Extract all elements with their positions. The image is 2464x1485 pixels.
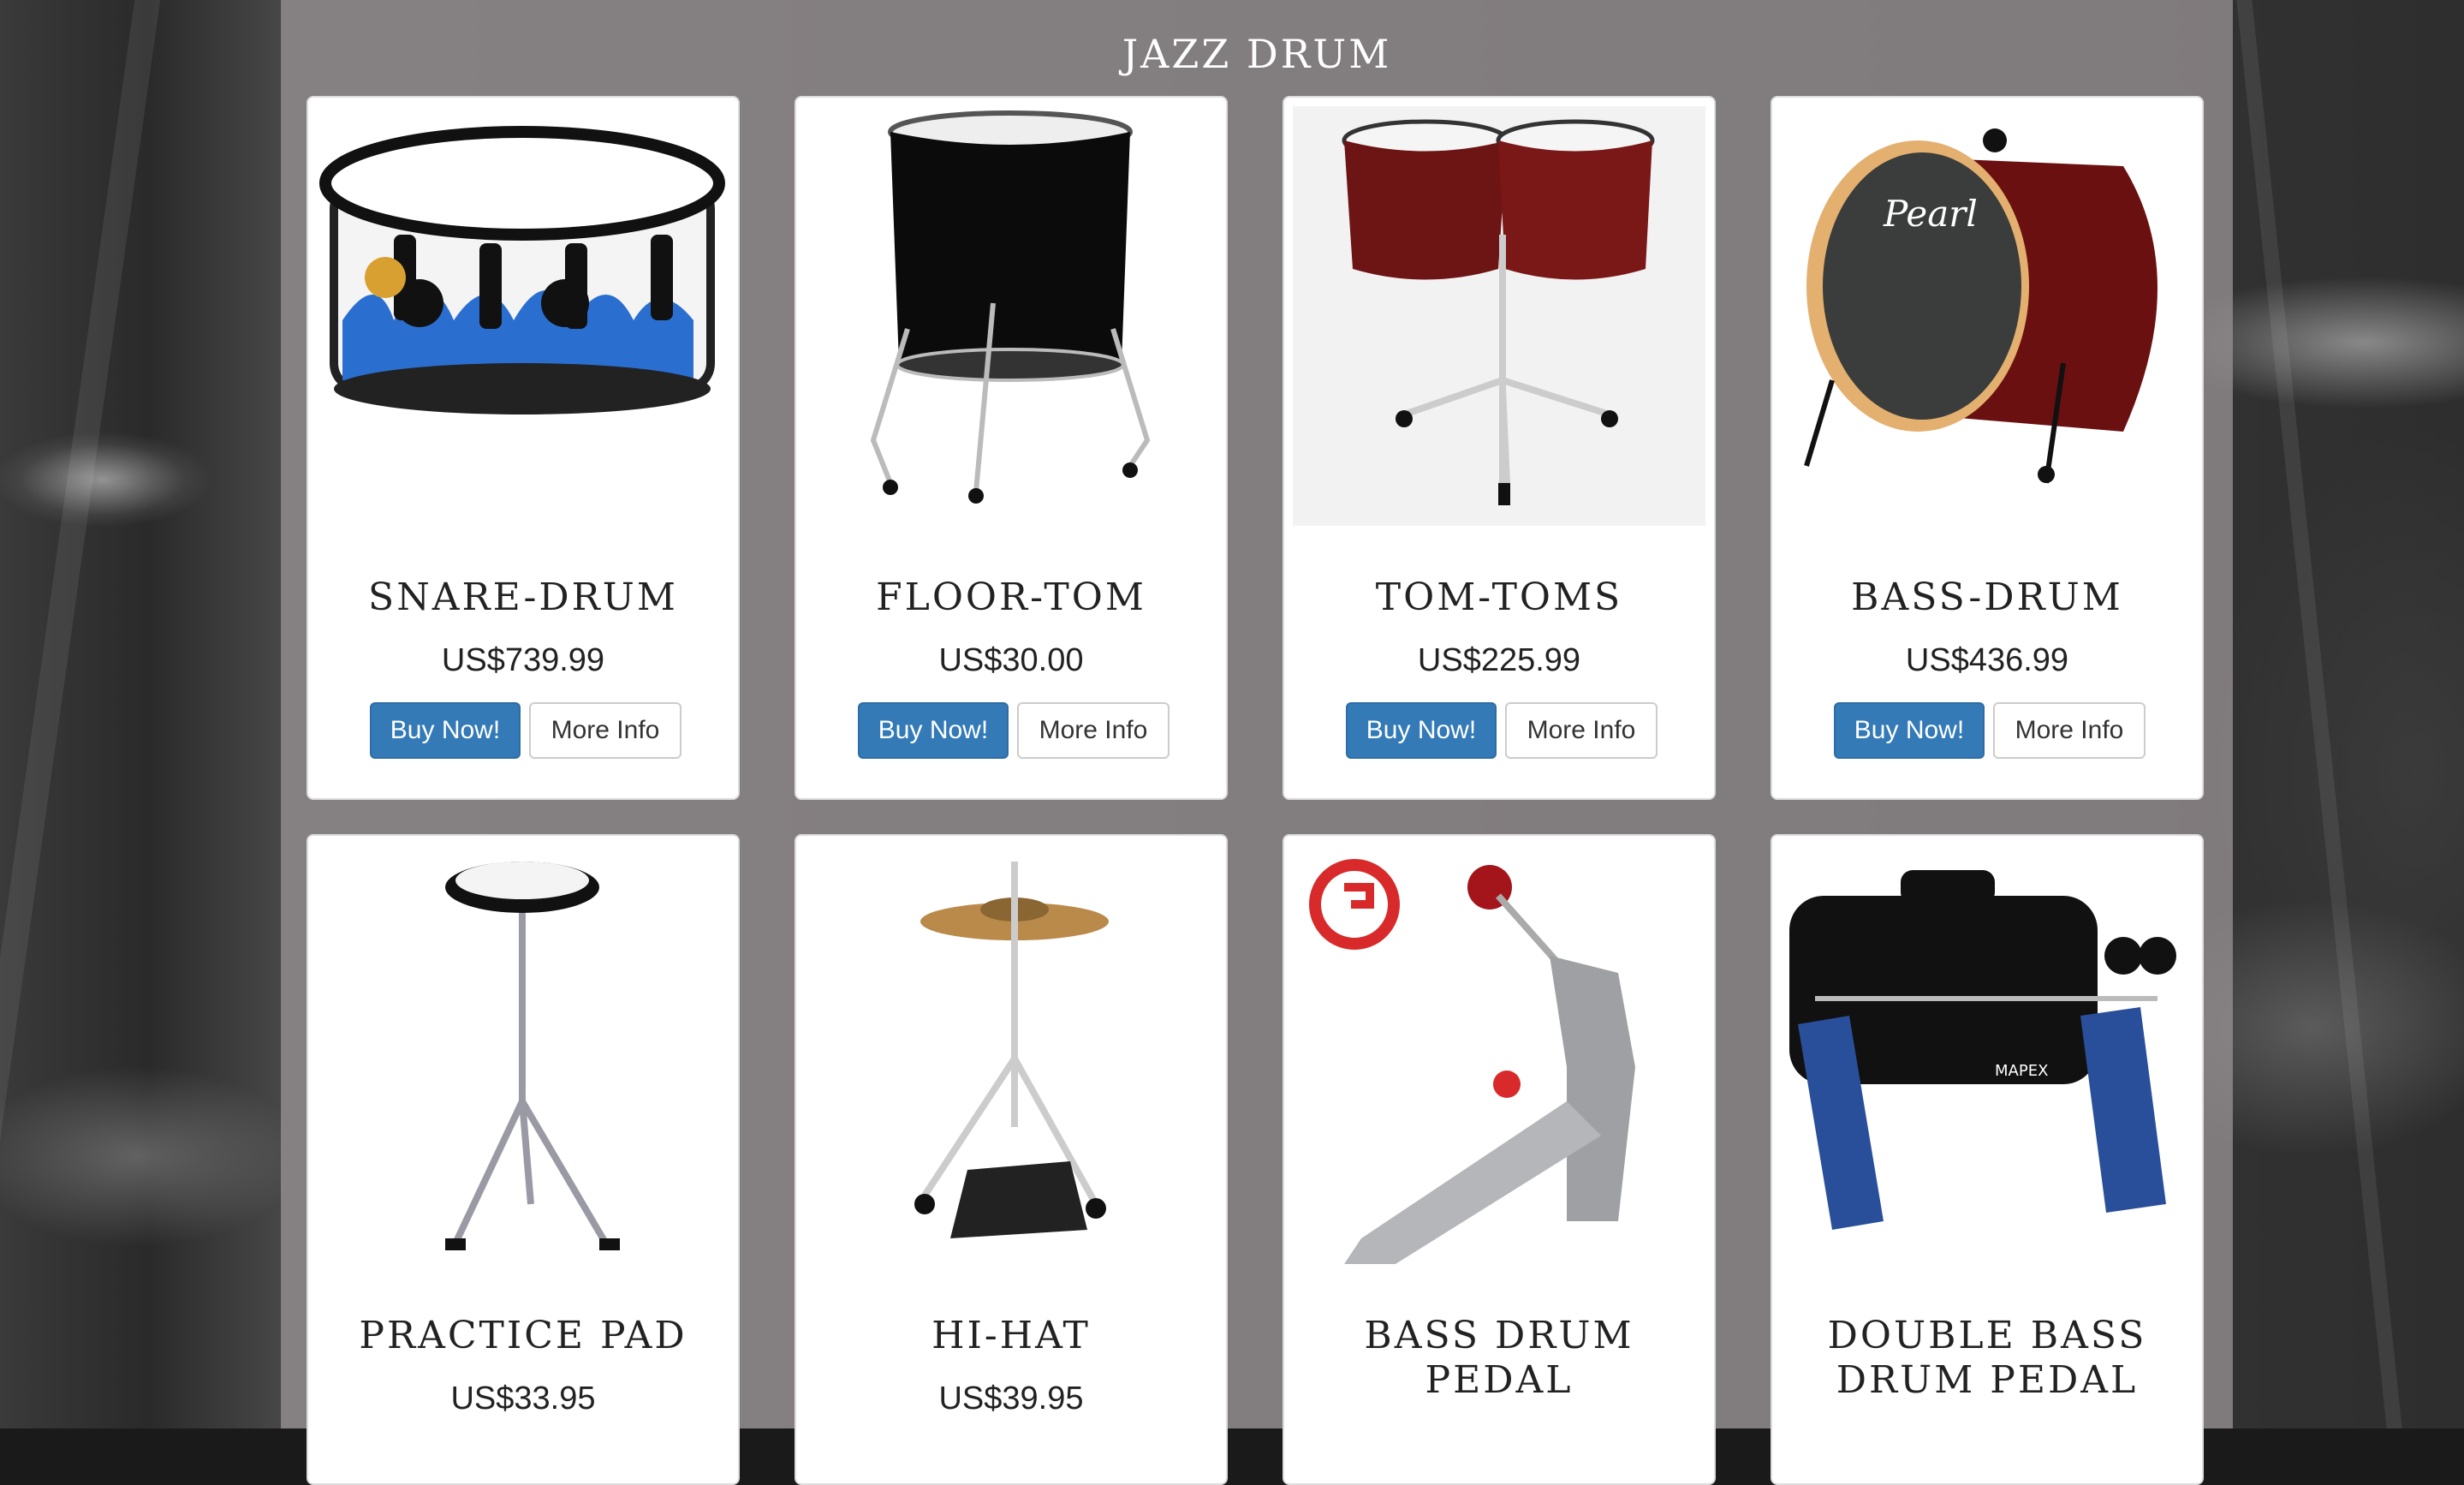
more-info-button[interactable]: More Info — [1993, 702, 2146, 759]
page-title: JAZZ DRUM — [1122, 31, 1392, 77]
floor-tom-image[interactable] — [805, 106, 1217, 526]
product-card-bass-drum-pedal: BASS DRUM PEDAL — [1283, 834, 1716, 1485]
buy-now-button[interactable]: Buy Now! — [1346, 702, 1497, 759]
product-price: US$30.00 — [938, 642, 1084, 678]
product-price: US$436.99 — [1905, 642, 2069, 678]
product-card-snare-drum: SNARE-DRUM US$739.99 Buy Now! More Info — [307, 96, 740, 800]
product-name: BASS DRUM PEDAL — [1364, 1314, 1634, 1402]
more-info-button[interactable]: More Info — [1017, 702, 1170, 759]
product-price: US$39.95 — [938, 1381, 1084, 1416]
product-card-practice-pad: PRACTICE PAD US$33.95 — [307, 834, 740, 1485]
product-name: SNARE-DRUM — [368, 576, 678, 619]
bass-drum-pedal-image[interactable] — [1293, 844, 1705, 1264]
svg-text:MAPEX: MAPEX — [1995, 1062, 2048, 1080]
product-name: BASS-DRUM — [1851, 576, 2123, 619]
buy-now-button[interactable]: Buy Now! — [1834, 702, 1985, 759]
product-name: TOM-TOMS — [1375, 576, 1623, 619]
product-name: HI-HAT — [931, 1314, 1091, 1357]
content-panel: JAZZ DRUM SNARE-DRUM US$739.99 Buy Now! … — [281, 0, 2233, 1485]
snare-drum-image[interactable] — [317, 106, 729, 526]
practice-pad-image[interactable] — [317, 844, 729, 1264]
product-card-tom-toms: TOM-TOMS US$225.99 Buy Now! More Info — [1283, 96, 1716, 800]
background-stand — [0, 0, 161, 1428]
background-stand — [2236, 0, 2402, 1428]
product-name: PRACTICE PAD — [359, 1314, 687, 1357]
product-card-hi-hat: HI-HAT US$39.95 — [795, 834, 1228, 1485]
buy-now-button[interactable]: Buy Now! — [858, 702, 1009, 759]
product-price: US$739.99 — [441, 642, 605, 678]
more-info-button[interactable]: More Info — [1505, 702, 1658, 759]
product-card-floor-tom: FLOOR-TOM US$30.00 Buy Now! More Info — [795, 96, 1228, 800]
hi-hat-image[interactable] — [805, 844, 1217, 1264]
product-name: DOUBLE BASS DRUM PEDAL — [1827, 1314, 2147, 1402]
product-price: US$225.99 — [1417, 642, 1581, 678]
product-price: US$33.95 — [450, 1381, 596, 1416]
double-bass-drum-pedal-image[interactable]: MAPEX — [1781, 844, 2193, 1264]
more-info-button[interactable]: More Info — [529, 702, 681, 759]
buy-now-button[interactable]: Buy Now! — [370, 702, 521, 759]
product-card-double-bass-drum-pedal: MAPEX DOUBLE BASS DRUM PEDAL — [1771, 834, 2204, 1485]
product-card-bass-drum: Pearl BASS-DRUM US$436.99 Buy Now! More … — [1771, 96, 2204, 800]
tom-toms-image[interactable] — [1293, 106, 1705, 526]
product-name: FLOOR-TOM — [876, 576, 1146, 619]
svg-text:Pearl: Pearl — [1883, 193, 1978, 235]
bass-drum-image[interactable]: Pearl — [1781, 106, 2193, 526]
